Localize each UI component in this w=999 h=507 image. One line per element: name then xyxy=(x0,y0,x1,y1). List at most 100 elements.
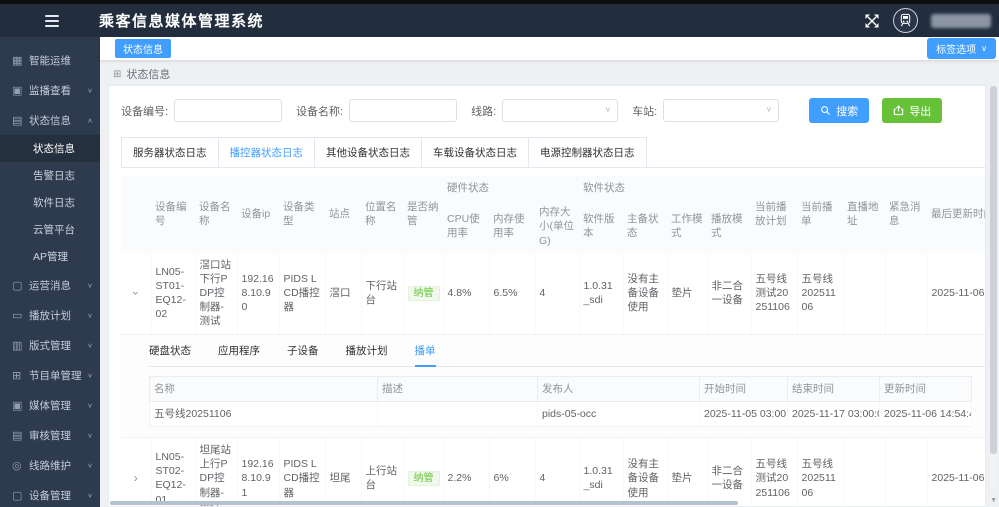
sidebar-item-label: 设备管理 xyxy=(29,488,71,503)
sidebar-item-monitor-view[interactable]: ▣监播查看∨ xyxy=(0,75,100,105)
collapse-row-icon[interactable]: › xyxy=(128,291,144,295)
sub-col-description: 描述 xyxy=(378,376,538,401)
device-name-input[interactable] xyxy=(349,99,457,122)
col-device-id: 设备编号 xyxy=(151,176,195,253)
tag-options-button[interactable]: 标签选项∨ xyxy=(927,38,996,59)
line-label: 线路: xyxy=(471,103,496,119)
export-button[interactable]: 导出 xyxy=(882,98,942,123)
status-card: 设备编号: 设备名称: 线路: ∨ 车站: ∨ 搜索 导出 服务器状态日志 xyxy=(108,85,986,507)
detail-row: 硬盘状态 应用程序 子设备 播放计划 播单 名称 描述 发布人 开始时间 xyxy=(121,334,985,438)
status-table-wrap: 设备编号 设备名称 设备ip 设备类型 站点 位置名称 是否纳管 硬件状态 软件… xyxy=(121,176,985,507)
app-title: 乘客信息媒体管理系统 xyxy=(99,10,264,31)
chevron-down-icon: ∨ xyxy=(87,431,93,438)
tab-vehicle-device-status-log[interactable]: 车载设备状态日志 xyxy=(421,137,529,167)
active-page-tag[interactable]: 状态信息 xyxy=(115,39,171,58)
col-master-standby: 主备状态 xyxy=(623,200,667,253)
hamburger-menu-icon[interactable] xyxy=(45,15,59,27)
fullscreen-icon[interactable] xyxy=(864,13,880,29)
sidebar-subitem-software-log[interactable]: 软件日志 xyxy=(0,189,100,216)
horizontal-scrollbar-thumb[interactable] xyxy=(110,501,738,505)
sidebar-item-media-mgmt[interactable]: ▣媒体管理∨ xyxy=(0,390,100,420)
col-emergency-msg: 紧急消息 xyxy=(885,176,927,253)
col-station: 站点 xyxy=(325,176,361,253)
sub-col-update-time: 更新时间 xyxy=(880,376,972,401)
tab-other-device-status-log[interactable]: 其他设备状态日志 xyxy=(314,137,422,167)
grid-icon: ⊞ xyxy=(113,69,121,80)
chevron-down-icon: ∨ xyxy=(87,281,93,288)
sidebar-subitem-cloud-platform[interactable]: 云管平台 xyxy=(0,216,100,243)
sidebar-subitem-alarm-log[interactable]: 告警日志 xyxy=(0,162,100,189)
col-work-mode: 工作模式 xyxy=(667,200,707,253)
chevron-down-icon: ∨ xyxy=(87,311,93,318)
sidebar-item-status-info[interactable]: ▤状态信息∧ xyxy=(0,105,100,135)
expand-column-header xyxy=(121,176,151,253)
chevron-down-icon: ∨ xyxy=(87,461,93,468)
sidebar-menu: ▦智能运维▣监播查看∨▤状态信息∧状态信息告警日志软件日志云管平台AP管理 ▢ 运营… xyxy=(0,45,100,507)
train-icon xyxy=(898,13,913,28)
table-row: ›LN05-ST01-EQ12-02滘口站下行PDP控制器-测试192.168.… xyxy=(121,253,985,334)
tab-player-status-log[interactable]: 播控器状态日志 xyxy=(218,137,316,167)
sidebar-item-label: 播放计划 xyxy=(29,308,71,323)
status-info-submenu: 状态信息告警日志软件日志云管平台AP管理 xyxy=(0,135,100,270)
playlist-table: 名称 描述 发布人 开始时间 结束时间 更新时间 五号线20251106 pid… xyxy=(149,376,972,427)
row-detail-panel: 硬盘状态 应用程序 子设备 播放计划 播单 名称 描述 发布人 开始时间 xyxy=(121,335,985,438)
expand-row-icon[interactable]: › xyxy=(134,470,138,486)
col-current-playlist: 当前播单 xyxy=(797,176,843,253)
vertical-scrollbar[interactable] xyxy=(990,85,997,490)
filter-bar: 设备编号: 设备名称: 线路: ∨ 车站: ∨ 搜索 导出 xyxy=(121,98,985,123)
sub-col-end-time: 结束时间 xyxy=(788,376,880,401)
tab-power-controller-status-log[interactable]: 电源控制器状态日志 xyxy=(528,137,647,167)
sub-col-start-time: 开始时间 xyxy=(700,376,788,401)
sidebar-item-line-maintenance[interactable]: ◎线路维护∨ xyxy=(0,450,100,480)
app-header: 乘客信息媒体管理系统 xyxy=(0,4,999,37)
tab-server-status-log[interactable]: 服务器状态日志 xyxy=(121,137,219,167)
chevron-down-icon: ∨ xyxy=(87,401,93,408)
sidebar-item-program-mgmt[interactable]: ⊞节目单管理∨ xyxy=(0,360,100,390)
col-cpu-usage: CPU使用率 xyxy=(443,200,489,253)
col-managed: 是否纳管 xyxy=(403,176,443,253)
scroll-down-arrow-icon[interactable]: ▼ xyxy=(990,497,997,504)
chevron-down-icon: ∨ xyxy=(981,44,987,53)
subtab-sub-devices[interactable]: 子设备 xyxy=(287,344,319,366)
chevron-down-icon: ∨ xyxy=(87,491,93,498)
sidebar-item-label: 运营消息 xyxy=(29,278,71,293)
sidebar-item-label: 媒体管理 xyxy=(29,398,71,413)
sidebar-item-label: 审核管理 xyxy=(29,428,71,443)
header-actions xyxy=(864,8,991,33)
sidebar-subitem-status-info-sub[interactable]: 状态信息 xyxy=(0,135,100,162)
status-table-tbody: ›LN05-ST01-EQ12-02滘口站下行PDP控制器-测试192.168.… xyxy=(121,253,985,507)
sidebar-item-layout-mgmt[interactable]: ▥版式管理∨ xyxy=(0,330,100,360)
sidebar-item-play-plan[interactable]: ▭播放计划∨ xyxy=(0,300,100,330)
sidebar-item-review-mgmt[interactable]: ▤审核管理∨ xyxy=(0,420,100,450)
col-last-update: 最后更新时间 xyxy=(927,176,985,253)
sidebar-item-device-mgmt[interactable]: ▢设备管理 ∨ xyxy=(0,480,100,507)
search-button[interactable]: 搜索 xyxy=(809,98,869,123)
sidebar-item-operation-message[interactable]: ▢运营消息∨ xyxy=(0,270,100,300)
username-redacted xyxy=(931,14,991,28)
search-icon xyxy=(820,105,831,116)
col-mem-usage: 内存使用率 xyxy=(489,200,535,253)
col-play-mode: 播放模式 xyxy=(707,200,751,253)
sub-col-name: 名称 xyxy=(150,376,378,401)
subtab-playlist[interactable]: 播单 xyxy=(415,344,436,367)
station-select[interactable]: ∨ xyxy=(663,99,779,122)
subtab-disk-status[interactable]: 硬盘状态 xyxy=(149,344,191,366)
main-content: ⊞ 状态信息 设备编号: 设备名称: 线路: ∨ 车站: ∨ 搜索 导出 xyxy=(100,60,999,507)
device-id-input[interactable] xyxy=(174,99,282,122)
subtab-play-plan[interactable]: 播放计划 xyxy=(346,344,388,366)
sidebar-subitem-ap-mgmt[interactable]: AP管理 xyxy=(0,243,100,270)
device-id-label: 设备编号: xyxy=(121,103,168,119)
device-mgmt-icon: ▢ xyxy=(12,489,29,502)
user-avatar[interactable] xyxy=(893,8,918,33)
line-maintenance-icon: ◎ xyxy=(12,459,29,472)
subtab-applications[interactable]: 应用程序 xyxy=(218,344,260,366)
col-device-name: 设备名称 xyxy=(195,176,237,253)
group-hardware-status: 硬件状态 xyxy=(443,176,579,200)
table-row: ›LN05-ST02-EQ12-01坦尾站上行PDP控制器-测试192.168.… xyxy=(121,438,985,507)
vertical-scrollbar-thumb[interactable] xyxy=(990,86,997,454)
sidebar-item-smart-ops[interactable]: ▦智能运维 xyxy=(0,45,100,75)
col-mem-size: 内存大小(单位G) xyxy=(535,200,579,253)
line-select[interactable]: ∨ xyxy=(502,99,618,122)
col-device-type: 设备类型 xyxy=(279,176,325,253)
group-software-status: 软件状态 xyxy=(579,176,751,200)
